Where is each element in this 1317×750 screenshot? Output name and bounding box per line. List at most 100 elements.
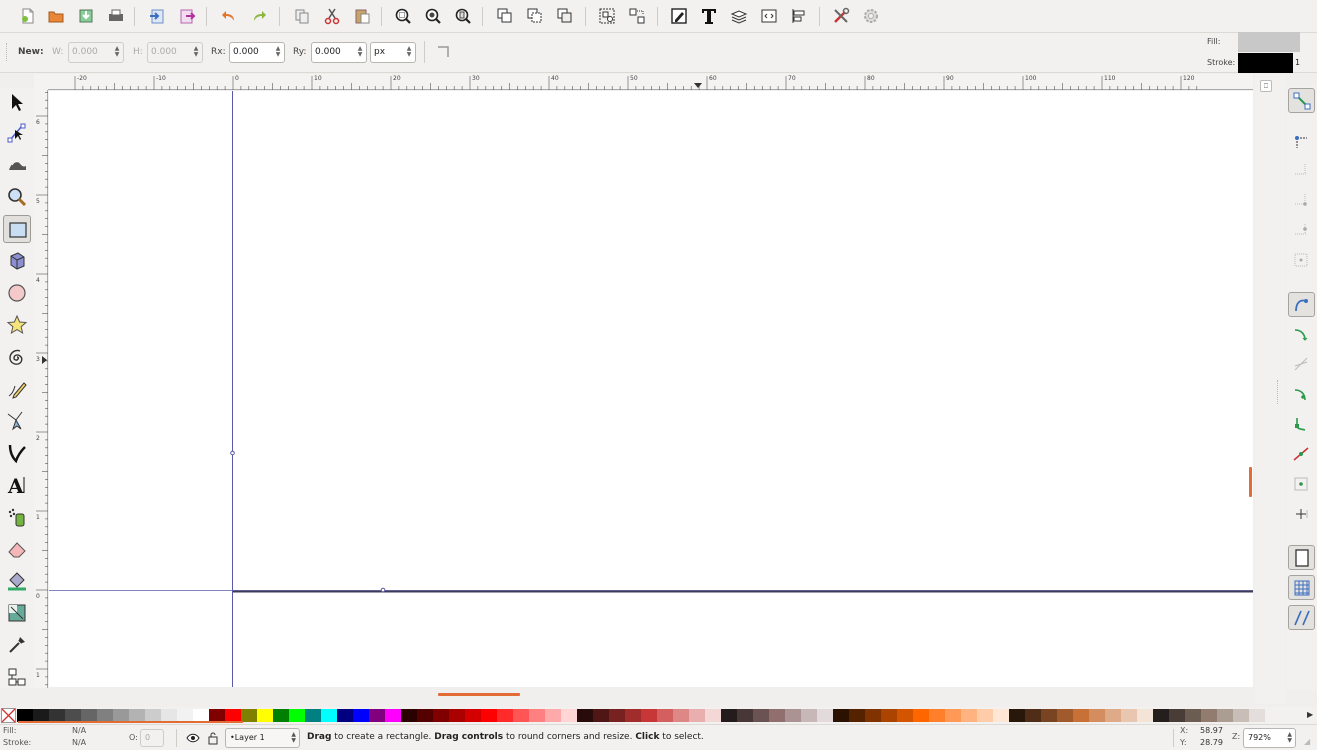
palette-swatch[interactable] — [881, 709, 897, 722]
palette-swatch[interactable] — [1185, 709, 1201, 722]
palette-swatch[interactable] — [257, 709, 273, 722]
palette-swatch[interactable] — [497, 709, 513, 722]
eraser-tool-icon[interactable] — [3, 535, 31, 563]
drawing-canvas[interactable] — [49, 91, 1253, 687]
snap-grid-icon[interactable] — [1288, 575, 1315, 600]
palette-swatch[interactable] — [449, 709, 465, 722]
no-paint-icon[interactable] — [1, 708, 16, 723]
ungroup-icon[interactable] — [625, 5, 649, 27]
cut-icon[interactable] — [320, 5, 344, 27]
palette-swatch[interactable] — [305, 709, 321, 722]
zoom-selection-icon[interactable] — [391, 5, 415, 27]
palette-swatch[interactable] — [945, 709, 961, 722]
zoom-drawing-icon[interactable] — [421, 5, 445, 27]
palette-swatch[interactable] — [241, 709, 257, 722]
palette-swatch[interactable] — [753, 709, 769, 722]
ry-field[interactable]: 0.000 ▲ ▼ — [311, 42, 367, 63]
palette-swatch[interactable] — [785, 709, 801, 722]
calligraphy-tool-icon[interactable] — [3, 439, 31, 467]
print-icon[interactable] — [104, 5, 128, 27]
fill-stroke-icon[interactable] — [667, 5, 691, 27]
palette-swatch[interactable] — [353, 709, 369, 722]
snap-nodes-icon[interactable] — [1288, 292, 1315, 317]
palette-swatch[interactable] — [337, 709, 353, 722]
zoom-field[interactable]: 792% ▲ ▼ — [1243, 728, 1296, 748]
align-icon[interactable] — [787, 5, 811, 27]
width-field[interactable]: 0.000 ▲ ▼ — [68, 42, 124, 63]
unit-select[interactable]: px ▲ ▼ — [370, 42, 416, 63]
spray-tool-icon[interactable] — [3, 503, 31, 531]
preferences-icon[interactable] — [829, 5, 853, 27]
3d-box-tool-icon[interactable] — [3, 247, 31, 275]
node-tool-icon[interactable] — [3, 119, 31, 147]
palette-swatch[interactable] — [1233, 709, 1249, 722]
palette-swatch[interactable] — [657, 709, 673, 722]
palette-swatch[interactable] — [961, 709, 977, 722]
palette-swatch[interactable] — [1025, 709, 1041, 722]
export-icon[interactable] — [175, 5, 199, 27]
palette-scrollbar[interactable] — [18, 721, 243, 723]
palette-swatch[interactable] — [417, 709, 433, 722]
palette-swatch[interactable] — [593, 709, 609, 722]
rx-field[interactable]: 0.000 ▲ ▼ — [229, 42, 285, 63]
palette-swatch[interactable] — [929, 709, 945, 722]
dropper-tool-icon[interactable] — [3, 631, 31, 659]
zoom-page-icon[interactable] — [451, 5, 475, 27]
palette-swatch[interactable] — [385, 709, 401, 722]
spin-arrows-icon[interactable]: ▲ ▼ — [113, 46, 121, 59]
palette-scroll-icon[interactable]: ▶ — [1307, 710, 1315, 722]
palette-swatch[interactable] — [705, 709, 721, 722]
palette-swatch[interactable] — [1121, 709, 1137, 722]
layers-icon[interactable] — [727, 5, 751, 27]
palette-swatch[interactable] — [1201, 709, 1217, 722]
palette-swatch[interactable] — [481, 709, 497, 722]
snap-paths-icon[interactable] — [1288, 322, 1315, 347]
lock-icon[interactable] — [207, 731, 219, 745]
palette-swatch[interactable] — [737, 709, 753, 722]
palette-swatch[interactable] — [977, 709, 993, 722]
palette-swatch[interactable] — [769, 709, 785, 722]
palette-swatch[interactable] — [1249, 709, 1265, 722]
zoom-lock-icon[interactable]: ⎕ — [1260, 80, 1272, 92]
palette-swatch[interactable] — [641, 709, 657, 722]
undo-icon[interactable] — [217, 5, 241, 27]
palette-swatch[interactable] — [849, 709, 865, 722]
palette-swatch[interactable] — [673, 709, 689, 722]
group-icon[interactable] — [595, 5, 619, 27]
spin-arrows-icon[interactable]: ▲ ▼ — [274, 46, 282, 59]
palette-swatch[interactable] — [529, 709, 545, 722]
palette-swatch[interactable] — [321, 709, 337, 722]
guide-handle[interactable] — [230, 450, 235, 456]
palette-swatch[interactable] — [561, 709, 577, 722]
palette-swatch[interactable] — [465, 709, 481, 722]
opacity-field[interactable]: 0 — [140, 729, 164, 747]
snap-guides-icon[interactable] — [1288, 605, 1315, 630]
selector-tool-icon[interactable] — [3, 88, 31, 116]
spiral-tool-icon[interactable] — [3, 343, 31, 371]
palette-swatch[interactable] — [833, 709, 849, 722]
unlink-clone-icon[interactable] — [553, 5, 577, 27]
snap-smooth-nodes-icon[interactable] — [1288, 412, 1315, 437]
connector-tool-icon[interactable] — [3, 663, 31, 691]
horizontal-scrollbar[interactable] — [438, 693, 520, 696]
snap-line-midpoints-icon[interactable] — [1288, 442, 1315, 467]
palette-swatch[interactable] — [865, 709, 881, 722]
snap-rotation-center-icon[interactable] — [1288, 502, 1315, 527]
redo-icon[interactable] — [247, 5, 271, 27]
palette-swatch[interactable] — [1089, 709, 1105, 722]
palette-swatch[interactable] — [1057, 709, 1073, 722]
snap-intersections-icon[interactable] — [1288, 352, 1315, 377]
palette-swatch[interactable] — [545, 709, 561, 722]
palette-swatch[interactable] — [689, 709, 705, 722]
snap-bbox-icon[interactable] — [1288, 128, 1315, 153]
rectangle-tool-icon[interactable] — [3, 215, 31, 243]
pen-tool-icon[interactable] — [3, 407, 31, 435]
clone-icon[interactable] — [523, 5, 547, 27]
palette-swatch[interactable] — [1073, 709, 1089, 722]
text-font-icon[interactable] — [697, 5, 721, 27]
save-icon[interactable] — [74, 5, 98, 27]
text-tool-icon[interactable]: A — [3, 471, 31, 499]
open-icon[interactable] — [44, 5, 68, 27]
palette-swatch[interactable] — [913, 709, 929, 722]
palette-swatch[interactable] — [721, 709, 737, 722]
